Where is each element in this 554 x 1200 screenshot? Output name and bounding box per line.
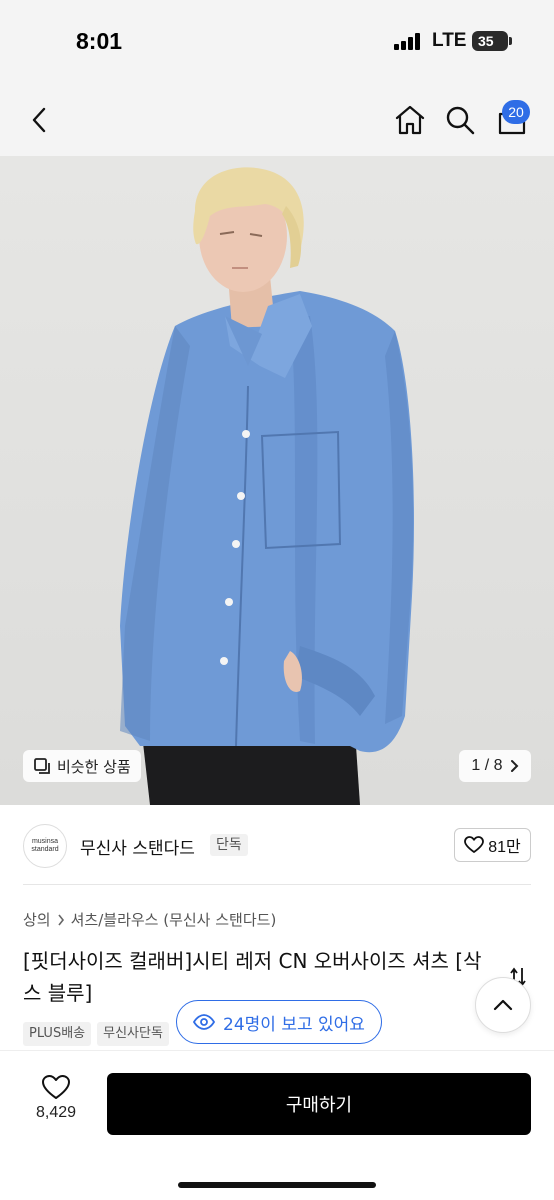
brand-row: musinsa standard 무신사 스탠다드 단독 81만 [0,805,554,885]
brand-logo-line1: musinsa [31,838,59,845]
wishlist-button[interactable]: 8,429 [23,1074,89,1122]
product-tag: 무신사단독 [97,1022,169,1046]
heart-icon [464,836,485,853]
status-time: 8:01 [76,28,123,54]
app-header [0,84,554,156]
brand-exclusive-tag: 단독 [210,834,248,856]
brand-name[interactable]: 무신사 스탠다드 [80,834,195,859]
scroll-top-button[interactable] [475,977,531,1033]
home-button[interactable] [388,84,432,156]
viewers-pill: 24명이 보고 있어요 [176,1000,382,1044]
chevron-left-icon [32,107,46,133]
breadcrumb-level1[interactable]: 상의 [23,909,51,930]
divider [23,884,531,885]
product-tag: PLUS배송 [23,1022,92,1046]
status-bar: 8:01 LTE 35 [0,0,554,84]
search-button[interactable] [438,84,482,156]
wishlist-count: 8,429 [35,1104,77,1121]
chevron-up-icon [493,999,513,1011]
back-button[interactable] [18,84,62,156]
breadcrumb: 상의 셔츠/블라우스 (무신사 스탠다드) [23,909,276,930]
heart-icon [42,1075,70,1099]
image-pager-label: 1 / 8 [471,757,503,774]
breadcrumb-level2[interactable]: 셔츠/블라우스 (무신사 스탠다드) [71,909,277,930]
signal-icon [394,33,422,50]
eye-icon [193,1014,215,1030]
network-label: LTE [432,30,467,51]
product-tags: PLUS배송 무신사단독 [23,1022,169,1046]
model-photo [120,167,415,805]
brand-logo-line2: standard [31,846,59,853]
brand-logo[interactable]: musinsa standard [23,824,67,868]
image-pager[interactable]: 1 / 8 [459,750,531,782]
similar-products-button[interactable]: 비슷한 상품 [23,750,141,782]
chevron-right-icon [510,760,518,772]
home-icon [395,105,425,135]
battery-cap [509,37,512,45]
similar-items-icon [34,758,50,774]
chevron-right-icon [57,914,64,925]
viewers-text: 24명이 보고 있어요 [223,1014,365,1035]
cart-count-badge: 20 [502,100,530,124]
brand-like-button[interactable]: 81만 [454,828,531,862]
product-image[interactable] [0,156,554,805]
search-icon [446,106,475,135]
home-indicator [178,1182,376,1188]
similar-products-label: 비슷한 상품 [57,757,131,776]
battery-icon: 35 [472,31,508,51]
brand-like-count: 81만 [488,839,521,856]
buy-button[interactable]: 구매하기 [107,1073,531,1135]
buy-button-label: 구매하기 [285,1095,353,1116]
